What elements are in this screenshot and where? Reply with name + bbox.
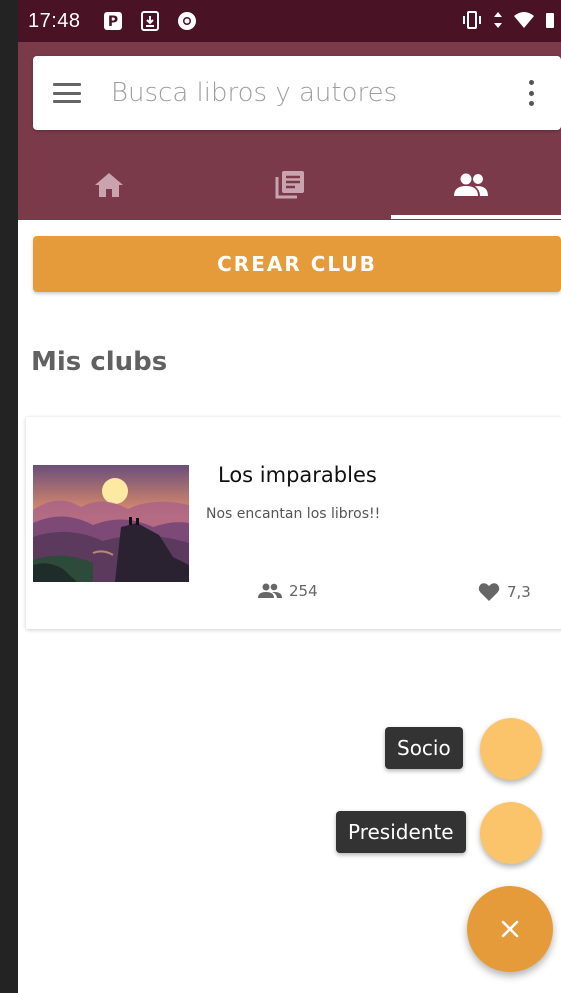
library-icon (274, 169, 306, 201)
club-name: Los imparables (218, 463, 377, 487)
members-count: 254 (289, 582, 318, 600)
close-fab-button[interactable] (467, 886, 553, 972)
members-icon (258, 583, 282, 599)
app-header: Busca libros y autores (18, 42, 561, 220)
more-options-icon[interactable] (529, 80, 535, 106)
club-card[interactable]: Los imparables Nos encantan los libros!!… (26, 417, 561, 629)
wifi-icon (513, 11, 535, 29)
status-time: 17:48 (28, 9, 81, 32)
svg-text:P: P (107, 14, 117, 30)
search-input[interactable]: Busca libros y autores (111, 78, 397, 108)
tab-library[interactable] (199, 150, 380, 220)
menu-icon[interactable] (53, 83, 81, 103)
presidente-label[interactable]: Presidente (336, 811, 466, 853)
club-members: 254 (258, 582, 318, 600)
tab-home[interactable] (18, 150, 199, 220)
socio-fab-button[interactable] (480, 718, 542, 780)
app-screen: Busca libros y autores CREAR CLUB Mis cl… (18, 42, 561, 993)
create-club-button[interactable]: CREAR CLUB (33, 236, 561, 292)
home-icon (93, 171, 125, 199)
battery-icon (545, 11, 555, 29)
chrome-icon (177, 11, 197, 31)
club-image (33, 465, 189, 582)
status-bar: 17:48 P (18, 0, 561, 42)
tab-clubs[interactable] (380, 150, 561, 220)
presidente-fab-button[interactable] (480, 802, 542, 864)
section-title: Mis clubs (31, 347, 168, 377)
data-arrows-icon (493, 11, 503, 29)
vibrate-icon (461, 11, 483, 29)
search-bar[interactable]: Busca libros y autores (33, 56, 561, 130)
group-icon (453, 173, 489, 197)
heart-icon (478, 582, 500, 602)
socio-label[interactable]: Socio (385, 727, 463, 769)
parking-icon: P (103, 11, 123, 31)
club-description: Nos encantan los libros!! (206, 506, 381, 522)
tab-selected-indicator (391, 215, 561, 219)
device-bezel (0, 0, 18, 993)
rating-value: 7,3 (507, 583, 531, 601)
tab-bar (18, 150, 561, 220)
club-rating: 7,3 (478, 582, 531, 602)
download-icon (140, 11, 159, 31)
close-icon (500, 919, 520, 939)
